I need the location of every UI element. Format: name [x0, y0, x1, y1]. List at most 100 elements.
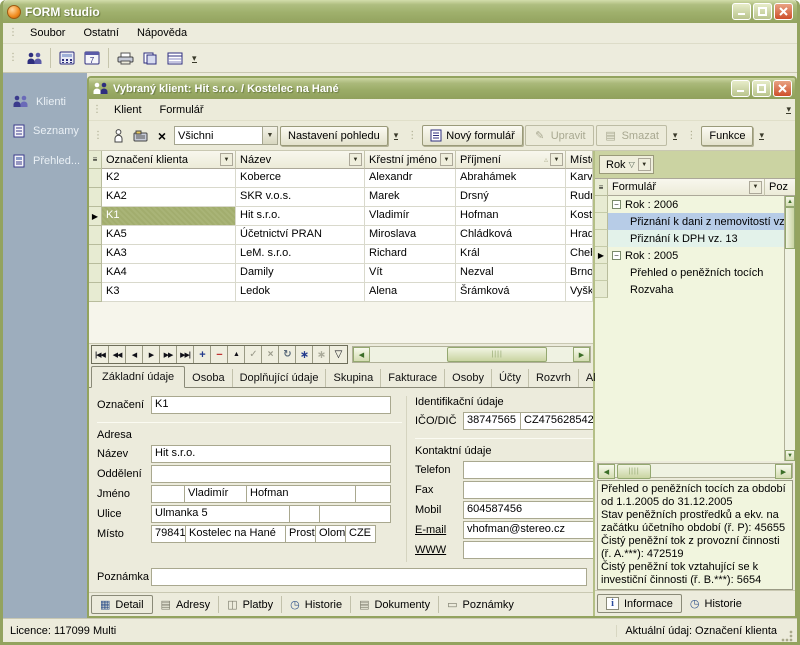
- tab-historie[interactable]: ◷Historie: [282, 596, 351, 613]
- client-menubar-grip[interactable]: ⋮: [89, 105, 105, 115]
- tree-group-row-current[interactable]: ▶ −Rok : 2005: [595, 247, 784, 264]
- group-filter-button[interactable]: ▼: [638, 158, 651, 171]
- toolbar-grip[interactable]: ⋮: [5, 53, 21, 63]
- chevron-down-icon[interactable]: ▼: [262, 127, 277, 144]
- forms-horizontal-scrollbar[interactable]: ◀ |||| ▶: [597, 463, 793, 478]
- group-overflow-button[interactable]: ▾: [759, 131, 764, 140]
- group-grip[interactable]: ⋮: [90, 131, 106, 141]
- nav-filter-button[interactable]: ▽: [330, 346, 347, 363]
- group-grip[interactable]: ⋮: [683, 131, 699, 141]
- tab-zakladni-udaje[interactable]: Základní údaje: [91, 366, 185, 388]
- table-row[interactable]: KA4 Damily Vít Nezval Brno: [89, 264, 593, 283]
- nav-next-page-button[interactable]: ▶▶: [160, 346, 177, 363]
- prijmeni-field[interactable]: Hofman: [246, 485, 356, 503]
- menu-formular[interactable]: Formulář: [151, 101, 213, 119]
- table-row[interactable]: KA5 Účetnictví PRAN Miroslava Chládková …: [89, 226, 593, 245]
- menu-klient[interactable]: Klient: [105, 101, 151, 119]
- www-link-label[interactable]: WWW: [415, 544, 463, 556]
- group-grip[interactable]: ⋮: [404, 131, 420, 141]
- poznamka-field[interactable]: [151, 568, 587, 586]
- jmeno-field[interactable]: Vladimír: [184, 485, 247, 503]
- nav-bookmark-button[interactable]: ∗: [296, 346, 313, 363]
- nav-insert-button[interactable]: +: [194, 346, 211, 363]
- dic-field[interactable]: CZ475628542: [520, 412, 593, 430]
- forms-vertical-scrollbar[interactable]: ▲ ▼: [784, 196, 795, 461]
- column-header-poznamka[interactable]: Poz: [765, 179, 795, 196]
- column-filter-button[interactable]: ▼: [349, 153, 362, 166]
- column-header-prijmeni[interactable]: Příjmení▵▼: [456, 151, 566, 169]
- forms-grid-corner[interactable]: ≡: [595, 179, 608, 196]
- menubar-grip[interactable]: ⋮: [5, 28, 21, 38]
- calculator-button[interactable]: [55, 47, 79, 70]
- kraj-field[interactable]: Olom: [315, 525, 346, 543]
- tree-item-row[interactable]: Přehled o peněžních tocích: [595, 264, 784, 281]
- scroll-left-icon[interactable]: ◀: [598, 464, 615, 479]
- scrollbar-thumb[interactable]: ||||: [617, 464, 651, 479]
- menu-soubor[interactable]: Soubor: [21, 24, 74, 42]
- column-filter-button[interactable]: ▼: [749, 181, 762, 194]
- nav-prior-button[interactable]: ◀: [126, 346, 143, 363]
- nav-bookmark2-button[interactable]: ∗: [313, 346, 330, 363]
- client-close-button[interactable]: [773, 80, 792, 97]
- maximize-button[interactable]: [753, 3, 772, 20]
- titul-za-field[interactable]: [355, 485, 391, 503]
- sidebar-item-prehled[interactable]: Přehled...: [3, 146, 87, 176]
- table-row-selected[interactable]: ▶ K1 Hit s.r.o. Vladimír Hofman Kost: [89, 207, 593, 226]
- mobil-field[interactable]: 604587456: [463, 501, 593, 519]
- view-settings-button[interactable]: Nastavení pohledu: [280, 126, 388, 146]
- tab-detail[interactable]: ▦Detail: [91, 595, 153, 614]
- nav-edit-button[interactable]: ▲: [228, 346, 245, 363]
- tab-dokumenty[interactable]: ▤Dokumenty: [351, 596, 439, 613]
- ulice-co-field[interactable]: [319, 505, 391, 523]
- functions-button[interactable]: Funkce: [701, 126, 753, 146]
- column-filter-button[interactable]: ▼: [220, 153, 233, 166]
- nav-post-button[interactable]: ✓: [245, 346, 262, 363]
- close-button[interactable]: [774, 3, 793, 20]
- tree-item-row[interactable]: Přiznání k dani z nemovitostí vz: [595, 213, 784, 230]
- toolbar-overflow-button[interactable]: ▾: [192, 54, 197, 63]
- tab-historie-panel[interactable]: ◷Historie: [682, 595, 750, 612]
- card-file-button[interactable]: [130, 124, 150, 147]
- email-link-label[interactable]: E-mail: [415, 524, 463, 536]
- tab-ucty[interactable]: Účty: [492, 369, 529, 387]
- tab-osoby[interactable]: Osoby: [445, 369, 492, 387]
- client-minimize-button[interactable]: [731, 80, 750, 97]
- nav-last-button[interactable]: ▶▶|: [177, 346, 194, 363]
- tree-item-row[interactable]: Rozvaha: [595, 281, 784, 298]
- ico-field[interactable]: 38747565: [463, 412, 521, 430]
- copy-button[interactable]: [138, 47, 162, 70]
- collapse-icon[interactable]: −: [612, 251, 621, 260]
- client-maximize-button[interactable]: [752, 80, 771, 97]
- tab-adresy[interactable]: ▤Adresy: [153, 596, 220, 613]
- tab-poznamky[interactable]: ▭Poznámky: [439, 596, 522, 613]
- nav-next-button[interactable]: ▶: [143, 346, 160, 363]
- sidebar-item-seznamy[interactable]: Seznamy: [3, 116, 87, 146]
- group-by-rok-chip[interactable]: Rok ▽ ▼: [599, 155, 654, 174]
- stat-field[interactable]: CZE: [345, 525, 376, 543]
- client-detail-button[interactable]: [108, 124, 128, 147]
- nazev-field[interactable]: Hit s.r.o.: [151, 445, 391, 463]
- print-button[interactable]: [113, 47, 137, 70]
- forms-button[interactable]: 7: [80, 47, 104, 70]
- table-row[interactable]: K2 Koberce Alexandr Abrahámek Karv: [89, 169, 593, 188]
- tab-informace[interactable]: iInformace: [597, 594, 682, 613]
- group-overflow-button[interactable]: ▾: [394, 131, 399, 140]
- tab-platby[interactable]: ◫Platby: [219, 596, 282, 613]
- table-row[interactable]: KA3 LeM. s.r.o. Richard Král Cheb: [89, 245, 593, 264]
- delete-form-button[interactable]: ▤ Smazat: [596, 125, 667, 146]
- scrollbar-thumb[interactable]: ||||: [447, 347, 547, 362]
- column-header-misto[interactable]: Místo: [566, 151, 593, 169]
- grid-corner[interactable]: ≡: [89, 151, 102, 169]
- grid-horizontal-scrollbar[interactable]: ◀ |||| ▶: [352, 346, 591, 363]
- email-field[interactable]: vhofman@stereo.cz: [463, 521, 593, 539]
- scroll-right-icon[interactable]: ▶: [775, 464, 792, 479]
- tab-skupina[interactable]: Skupina: [326, 369, 381, 387]
- menu-napoveda[interactable]: Nápověda: [128, 24, 196, 42]
- column-filter-button[interactable]: ▼: [440, 153, 453, 166]
- nav-first-button[interactable]: |◀◀: [92, 346, 109, 363]
- minimize-button[interactable]: [732, 3, 751, 20]
- misto-field[interactable]: Kostelec na Hané: [185, 525, 286, 543]
- edit-form-button[interactable]: ✎ Upravit: [525, 125, 594, 146]
- collapse-icon[interactable]: −: [612, 200, 621, 209]
- new-form-button[interactable]: Nový formulář: [422, 125, 522, 146]
